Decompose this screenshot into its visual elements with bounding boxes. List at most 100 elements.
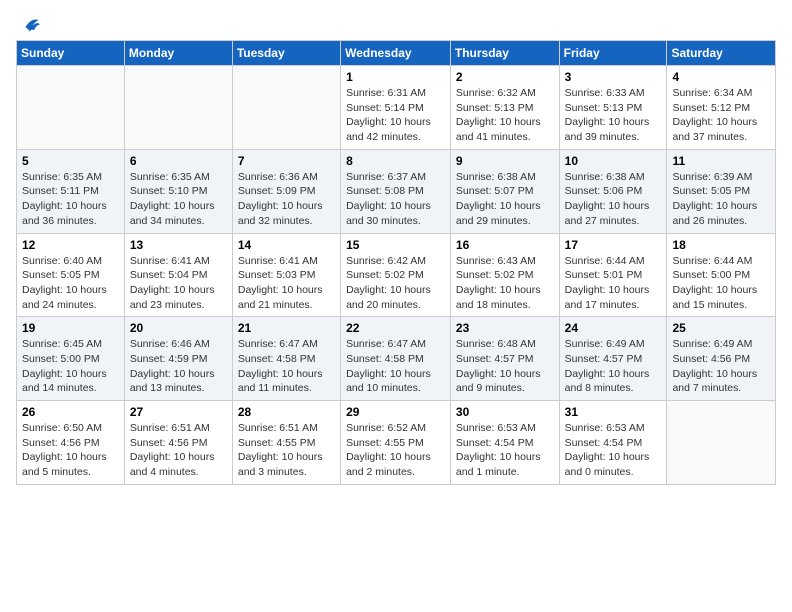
day-info: Sunrise: 6:50 AMSunset: 4:56 PMDaylight:… — [22, 421, 119, 480]
day-number: 16 — [456, 238, 554, 252]
day-number: 7 — [238, 154, 335, 168]
calendar-cell — [124, 66, 232, 150]
calendar-cell: 9Sunrise: 6:38 AMSunset: 5:07 PMDaylight… — [450, 149, 559, 233]
day-number: 10 — [565, 154, 662, 168]
day-info: Sunrise: 6:47 AMSunset: 4:58 PMDaylight:… — [238, 337, 335, 396]
calendar-day-header: Monday — [124, 41, 232, 66]
calendar-day-header: Wednesday — [341, 41, 451, 66]
day-number: 17 — [565, 238, 662, 252]
calendar-cell: 22 Sunrise: 6:47 AMSunset: 4:58 PMDayligh… — [341, 317, 451, 401]
calendar-cell: 2 Sunrise: 6:32 AMSunset: 5:13 PMDaylight… — [450, 66, 559, 150]
calendar-cell: 26 Sunrise: 6:50 AMSunset: 4:56 PMDayligh… — [17, 401, 125, 485]
calendar-cell: 19 Sunrise: 6:45 AMSunset: 5:00 PMDayligh… — [17, 317, 125, 401]
day-number: 3 — [565, 70, 662, 84]
calendar-cell — [17, 66, 125, 150]
calendar-day-header: Saturday — [667, 41, 776, 66]
day-number: 12 — [22, 238, 119, 252]
logo-bird-icon — [18, 14, 40, 36]
day-info: Sunrise: 6:43 AMSunset: 5:02 PMDaylight:… — [456, 254, 554, 313]
day-info: Sunrise: 6:49 AMSunset: 4:57 PMDaylight:… — [565, 337, 662, 396]
day-number: 6 — [130, 154, 227, 168]
calendar-cell — [667, 401, 776, 485]
calendar-table: SundayMondayTuesdayWednesdayThursdayFrid… — [16, 40, 776, 485]
calendar-cell: 12 Sunrise: 6:40 AMSunset: 5:05 PMDayligh… — [17, 233, 125, 317]
calendar-cell: 16 Sunrise: 6:43 AMSunset: 5:02 PMDayligh… — [450, 233, 559, 317]
day-number: 11 — [672, 154, 770, 168]
calendar-cell: 4 Sunrise: 6:34 AMSunset: 5:12 PMDaylight… — [667, 66, 776, 150]
day-number: 22 — [346, 321, 445, 335]
calendar-cell: 31 Sunrise: 6:53 AMSunset: 4:54 PMDayligh… — [559, 401, 667, 485]
calendar-cell: 7 Sunrise: 6:36 AMSunset: 5:09 PMDaylight… — [232, 149, 340, 233]
day-number: 5 — [22, 154, 119, 168]
day-number: 8 — [346, 154, 445, 168]
calendar-week-row: 12 Sunrise: 6:40 AMSunset: 5:05 PMDayligh… — [17, 233, 776, 317]
calendar-cell: 30Sunrise: 6:53 AMSunset: 4:54 PMDayligh… — [450, 401, 559, 485]
calendar-cell: 21 Sunrise: 6:47 AMSunset: 4:58 PMDayligh… — [232, 317, 340, 401]
day-number: 29 — [346, 405, 445, 419]
day-info: Sunrise: 6:52 AMSunset: 4:55 PMDaylight:… — [346, 421, 445, 480]
day-number: 28 — [238, 405, 335, 419]
day-number: 24 — [565, 321, 662, 335]
day-info: Sunrise: 6:39 AMSunset: 5:05 PMDaylight:… — [672, 170, 770, 229]
calendar-day-header: Sunday — [17, 41, 125, 66]
day-number: 9 — [456, 154, 554, 168]
calendar-cell: 25 Sunrise: 6:49 AMSunset: 4:56 PMDayligh… — [667, 317, 776, 401]
calendar-week-row: 5 Sunrise: 6:35 AMSunset: 5:11 PMDaylight… — [17, 149, 776, 233]
day-info: Sunrise: 6:34 AMSunset: 5:12 PMDaylight:… — [672, 86, 770, 145]
day-info: Sunrise: 6:44 AMSunset: 5:00 PMDaylight:… — [672, 254, 770, 313]
calendar-day-header: Thursday — [450, 41, 559, 66]
day-info: Sunrise: 6:33 AMSunset: 5:13 PMDaylight:… — [565, 86, 662, 145]
day-info: Sunrise: 6:35 AMSunset: 5:11 PMDaylight:… — [22, 170, 119, 229]
day-info: Sunrise: 6:53 AMSunset: 4:54 PMDaylight:… — [565, 421, 662, 480]
calendar-cell: 29 Sunrise: 6:52 AMSunset: 4:55 PMDayligh… — [341, 401, 451, 485]
day-number: 15 — [346, 238, 445, 252]
day-number: 23 — [456, 321, 554, 335]
calendar-cell: 18 Sunrise: 6:44 AMSunset: 5:00 PMDayligh… — [667, 233, 776, 317]
day-info: Sunrise: 6:45 AMSunset: 5:00 PMDaylight:… — [22, 337, 119, 396]
day-number: 27 — [130, 405, 227, 419]
calendar-week-row: 19 Sunrise: 6:45 AMSunset: 5:00 PMDayligh… — [17, 317, 776, 401]
day-info: Sunrise: 6:44 AMSunset: 5:01 PMDaylight:… — [565, 254, 662, 313]
day-number: 21 — [238, 321, 335, 335]
day-number: 13 — [130, 238, 227, 252]
calendar-day-header: Friday — [559, 41, 667, 66]
day-number: 30 — [456, 405, 554, 419]
calendar-header-row: SundayMondayTuesdayWednesdayThursdayFrid… — [17, 41, 776, 66]
calendar-cell: 27Sunrise: 6:51 AMSunset: 4:56 PMDayligh… — [124, 401, 232, 485]
day-info: Sunrise: 6:48 AMSunset: 4:57 PMDaylight:… — [456, 337, 554, 396]
calendar-cell: 24 Sunrise: 6:49 AMSunset: 4:57 PMDayligh… — [559, 317, 667, 401]
calendar-cell: 10 Sunrise: 6:38 AMSunset: 5:06 PMDayligh… — [559, 149, 667, 233]
day-number: 26 — [22, 405, 119, 419]
day-info: Sunrise: 6:38 AMSunset: 5:06 PMDaylight:… — [565, 170, 662, 229]
calendar-cell: 17 Sunrise: 6:44 AMSunset: 5:01 PMDayligh… — [559, 233, 667, 317]
day-info: Sunrise: 6:37 AMSunset: 5:08 PMDaylight:… — [346, 170, 445, 229]
day-info: Sunrise: 6:36 AMSunset: 5:09 PMDaylight:… — [238, 170, 335, 229]
calendar-cell: 8 Sunrise: 6:37 AMSunset: 5:08 PMDaylight… — [341, 149, 451, 233]
calendar-week-row: 26 Sunrise: 6:50 AMSunset: 4:56 PMDayligh… — [17, 401, 776, 485]
day-number: 25 — [672, 321, 770, 335]
day-number: 31 — [565, 405, 662, 419]
day-number: 2 — [456, 70, 554, 84]
calendar-day-header: Tuesday — [232, 41, 340, 66]
calendar-cell: 1Sunrise: 6:31 AMSunset: 5:14 PMDaylight… — [341, 66, 451, 150]
day-info: Sunrise: 6:32 AMSunset: 5:13 PMDaylight:… — [456, 86, 554, 145]
calendar-cell: 11 Sunrise: 6:39 AMSunset: 5:05 PMDayligh… — [667, 149, 776, 233]
day-info: Sunrise: 6:47 AMSunset: 4:58 PMDaylight:… — [346, 337, 445, 396]
calendar-cell: 5 Sunrise: 6:35 AMSunset: 5:11 PMDaylight… — [17, 149, 125, 233]
day-info: Sunrise: 6:51 AMSunset: 4:55 PMDaylight:… — [238, 421, 335, 480]
day-number: 19 — [22, 321, 119, 335]
calendar-cell: 20Sunrise: 6:46 AMSunset: 4:59 PMDayligh… — [124, 317, 232, 401]
calendar-week-row: 1Sunrise: 6:31 AMSunset: 5:14 PMDaylight… — [17, 66, 776, 150]
day-info: Sunrise: 6:46 AMSunset: 4:59 PMDaylight:… — [130, 337, 227, 396]
day-info: Sunrise: 6:40 AMSunset: 5:05 PMDaylight:… — [22, 254, 119, 313]
calendar-cell: 28 Sunrise: 6:51 AMSunset: 4:55 PMDayligh… — [232, 401, 340, 485]
day-number: 18 — [672, 238, 770, 252]
calendar-cell: 23 Sunrise: 6:48 AMSunset: 4:57 PMDayligh… — [450, 317, 559, 401]
day-number: 14 — [238, 238, 335, 252]
day-info: Sunrise: 6:49 AMSunset: 4:56 PMDaylight:… — [672, 337, 770, 396]
day-number: 4 — [672, 70, 770, 84]
calendar-cell — [232, 66, 340, 150]
calendar-cell: 6Sunrise: 6:35 AMSunset: 5:10 PMDaylight… — [124, 149, 232, 233]
calendar-cell: 13Sunrise: 6:41 AMSunset: 5:04 PMDayligh… — [124, 233, 232, 317]
calendar-cell: 15Sunrise: 6:42 AMSunset: 5:02 PMDayligh… — [341, 233, 451, 317]
